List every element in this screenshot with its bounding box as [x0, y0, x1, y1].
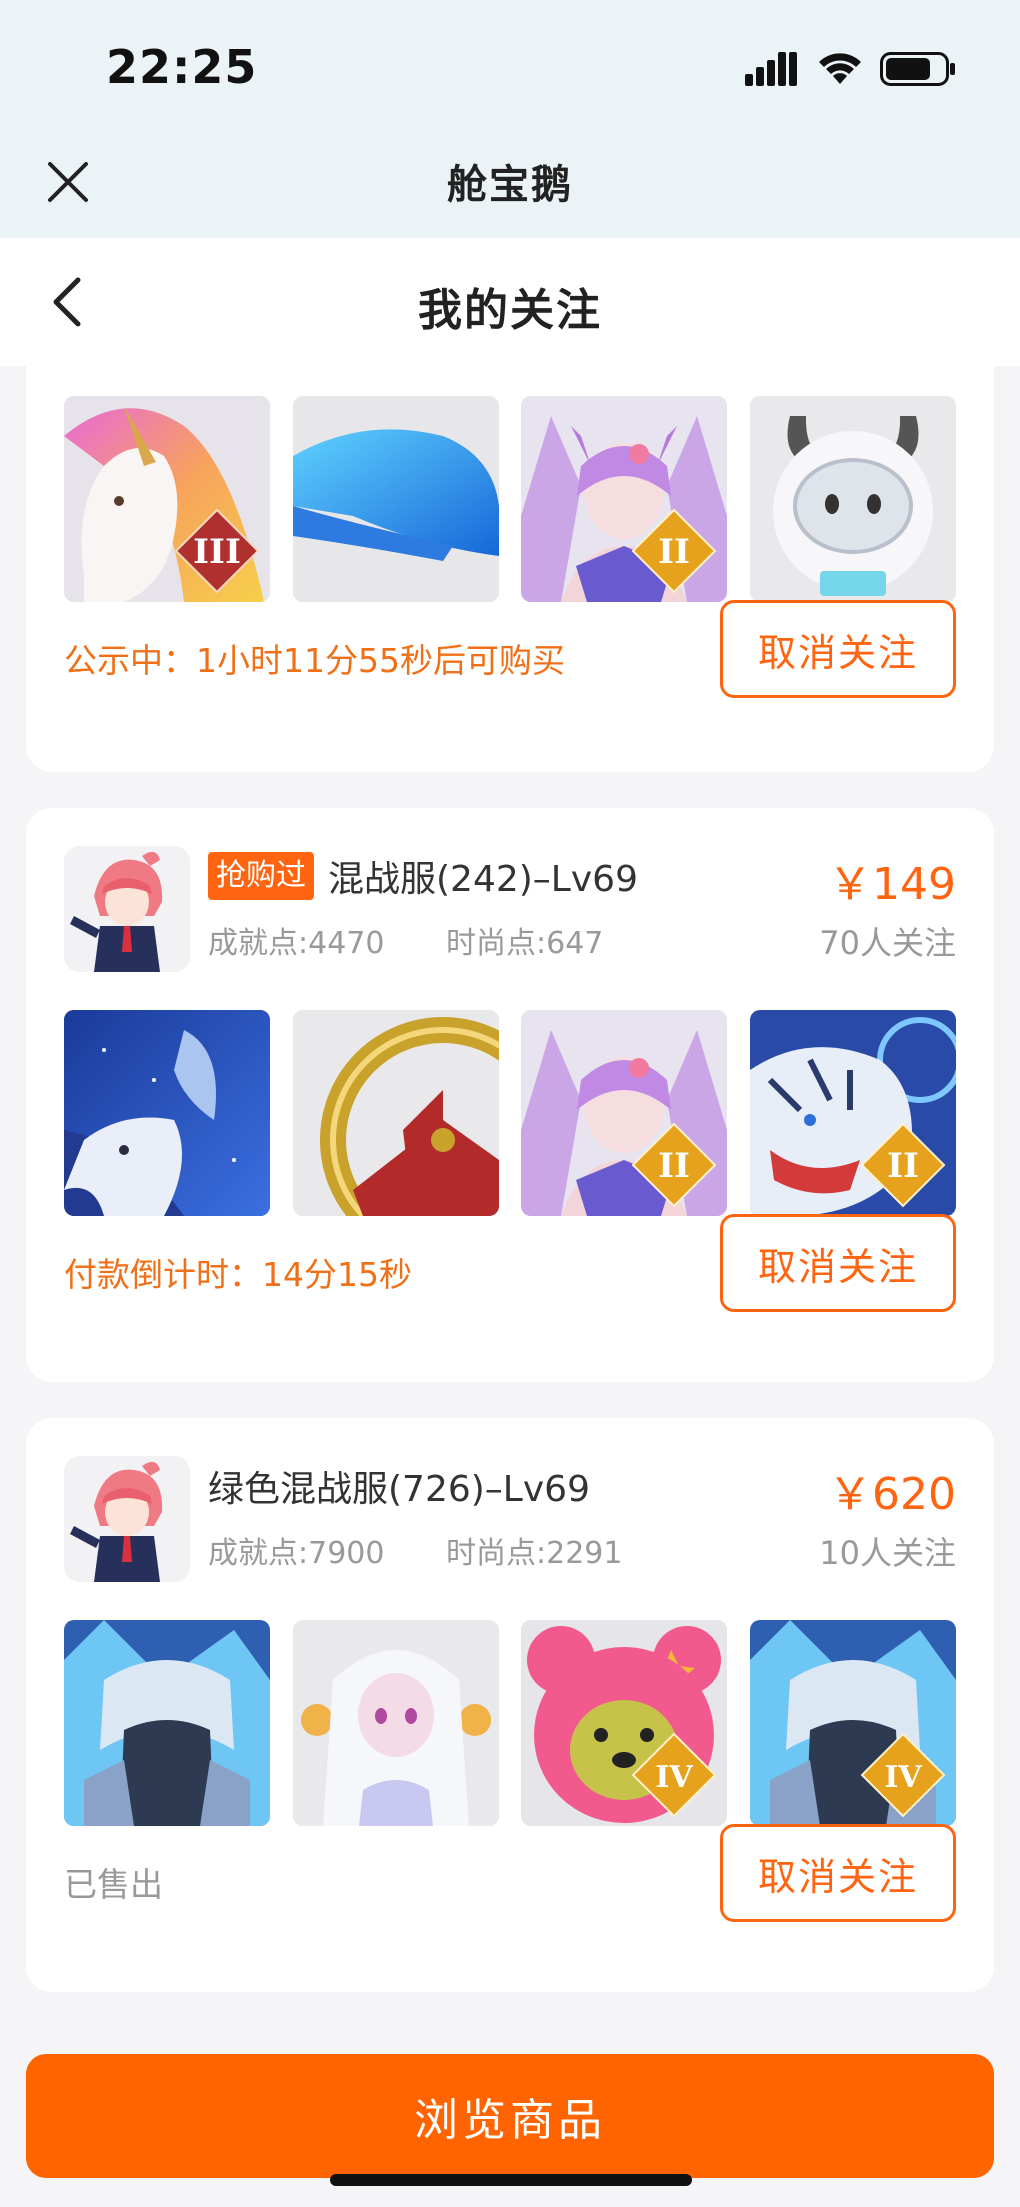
- mini-program-header: 舱宝鹅: [0, 130, 1020, 238]
- status-bar: 22:25: [0, 0, 1020, 130]
- fox-spirit-girl-icon[interactable]: II: [521, 1010, 728, 1216]
- cancel-follow-button[interactable]: 取消关注: [720, 1214, 956, 1312]
- unicorn-mount-icon[interactable]: III: [64, 396, 270, 602]
- battery-icon: [880, 52, 955, 86]
- flash-sale-tag: 抢购过: [208, 852, 314, 900]
- cancel-follow-button[interactable]: 取消关注: [720, 1824, 956, 1922]
- title-row: 抢购过 混战服(242)–Lv69: [208, 850, 638, 902]
- ice-armor-warrior-icon[interactable]: [64, 1620, 270, 1826]
- title-row: 绿色混战服(726)–Lv69: [208, 1460, 590, 1512]
- rank-badge-icon: IV: [631, 1732, 717, 1818]
- white-tiger-mount-icon[interactable]: II: [749, 1010, 956, 1216]
- starry-deer-mount-icon[interactable]: [64, 1010, 270, 1216]
- white-haired-doll-icon[interactable]: [292, 1620, 499, 1826]
- avatar: [64, 846, 190, 972]
- item-thumbnails: II II: [64, 1010, 956, 1216]
- rank-badge-text: II: [887, 1146, 919, 1186]
- fashion-points: 时尚点:647: [446, 926, 604, 961]
- item-thumbnails: III II: [64, 396, 956, 602]
- rank-badge-text: IV: [884, 1760, 922, 1795]
- wifi-icon: [819, 53, 861, 84]
- home-indicator: [330, 2174, 692, 2186]
- followed-list[interactable]: III II 公示中：1小时11分55秒后可购买 取消关注 抢购过 混战服(24…: [0, 366, 1020, 2046]
- price: ￥620: [828, 1469, 956, 1520]
- page-title: 我的关注: [418, 285, 602, 336]
- achievement-points: 成就点:7900: [208, 1536, 385, 1571]
- followed-card[interactable]: 绿色混战服(726)–Lv69 成就点:7900 时尚点:2291 ￥620 1…: [26, 1418, 994, 1992]
- rank-badge-text: II: [658, 532, 690, 572]
- status-text: 付款倒计时：14分15秒: [64, 1255, 412, 1294]
- white-cow-robot-icon[interactable]: [749, 396, 956, 602]
- rank-badge-text: IV: [656, 1760, 694, 1795]
- cancel-follow-button[interactable]: 取消关注: [720, 600, 956, 698]
- golden-ring-emblem-icon[interactable]: [292, 1010, 499, 1216]
- fox-spirit-girl-icon[interactable]: II: [521, 396, 728, 602]
- cellular-signal-icon: [745, 52, 797, 86]
- rank-badge-icon: II: [631, 1122, 717, 1208]
- browse-products-button[interactable]: 浏览商品: [26, 2054, 994, 2178]
- achievement-points: 成就点:4470: [208, 926, 385, 961]
- rank-badge-text: III: [193, 532, 241, 572]
- ice-armor-warrior-icon[interactable]: IV: [749, 1620, 956, 1826]
- status-text: 已售出: [64, 1865, 163, 1904]
- top-shell: 22:25 舱宝鹅: [0, 0, 1020, 238]
- item-thumbnails: IV IV: [64, 1620, 956, 1826]
- status-text: 公示中：1小时11分55秒后可购买: [64, 641, 565, 680]
- status-time: 22:25: [106, 40, 258, 94]
- rank-badge-icon: II: [860, 1122, 946, 1208]
- rank-badge-icon: IV: [860, 1732, 946, 1818]
- rank-badge-icon: III: [174, 508, 260, 594]
- followed-card[interactable]: III II 公示中：1小时11分55秒后可购买 取消关注: [26, 366, 994, 772]
- price: ￥149: [828, 859, 956, 910]
- mini-program-title: 舱宝鹅: [447, 162, 573, 208]
- pink-bear-costume-icon[interactable]: IV: [521, 1620, 728, 1826]
- server-level: 混战服(242)–Lv69: [328, 859, 638, 900]
- fashion-points: 时尚点:2291: [446, 1536, 623, 1571]
- rank-badge-text: II: [658, 1146, 690, 1186]
- page-nav-bar: 我的关注: [0, 238, 1020, 366]
- rank-badge-icon: II: [631, 508, 717, 594]
- server-level: 绿色混战服(726)–Lv69: [208, 1469, 590, 1510]
- follower-count: 10人关注: [819, 1534, 956, 1572]
- blue-whale-wing-icon[interactable]: [292, 396, 499, 602]
- avatar: [64, 1456, 190, 1582]
- follower-count: 70人关注: [819, 924, 956, 962]
- followed-card[interactable]: 抢购过 混战服(242)–Lv69 成就点:4470 时尚点:647 ￥149 …: [26, 808, 994, 1382]
